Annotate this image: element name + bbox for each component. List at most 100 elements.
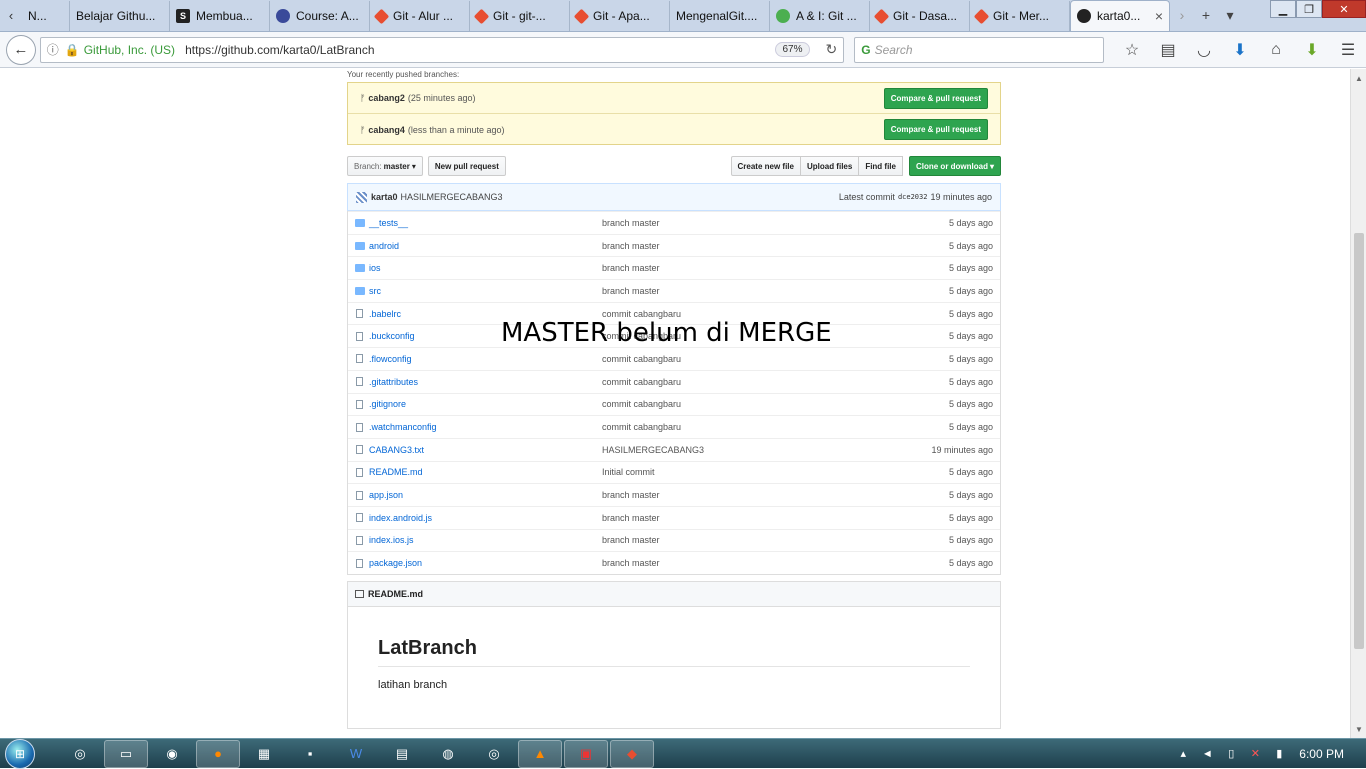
search-input[interactable]: G Search — [854, 36, 1104, 63]
page-scrollbar[interactable]: ▲ ▼ — [1350, 69, 1366, 738]
file-commit-message[interactable]: commit cabangbaru — [602, 377, 949, 387]
find-file-button[interactable]: Find file — [858, 156, 903, 176]
scrollbar-thumb[interactable] — [1354, 233, 1364, 649]
file-commit-message[interactable]: Initial commit — [602, 467, 949, 477]
bookmark-star-icon[interactable]: ☆ — [1114, 35, 1150, 65]
addon-download-icon[interactable]: ⬇ — [1294, 35, 1330, 65]
clock[interactable]: 6:00 PM — [1299, 747, 1344, 761]
volume-icon[interactable]: ◄ — [1195, 748, 1219, 760]
window-close-button[interactable]: ✕ — [1322, 0, 1366, 18]
tab-item[interactable]: Git - Dasa... — [870, 1, 970, 31]
maximize-button[interactable]: ❐ — [1296, 0, 1322, 18]
file-commit-message[interactable]: commit cabangbaru — [602, 399, 949, 409]
file-name-link[interactable]: package.json — [369, 558, 602, 568]
tab-item[interactable]: Belajar Githu... — [70, 1, 170, 31]
tab-item[interactable]: N... — [22, 1, 70, 31]
file-name-link[interactable]: .gitignore — [369, 399, 602, 409]
back-button[interactable]: ← — [6, 34, 36, 65]
tab-item[interactable]: A & I: Git ... — [770, 1, 870, 31]
search-engine-icon[interactable]: G — [861, 43, 870, 57]
file-name-link[interactable]: CABANG3.txt — [369, 445, 602, 455]
file-commit-message[interactable]: branch master — [602, 558, 949, 568]
tab-item[interactable]: S Membua... — [170, 1, 270, 31]
file-name-link[interactable]: app.json — [369, 490, 602, 500]
taskbar-app-icon[interactable]: ▦ — [242, 740, 286, 768]
tab-item[interactable]: MengenalGit.... — [670, 1, 770, 31]
taskbar-firefox-icon[interactable]: ● — [196, 739, 240, 768]
taskbar-explorer-icon[interactable]: ▭ — [104, 739, 148, 768]
file-name-link[interactable]: index.android.js — [369, 513, 602, 523]
new-tab-button[interactable]: + — [1194, 0, 1218, 31]
file-name-link[interactable]: .flowconfig — [369, 354, 602, 364]
file-commit-message[interactable]: branch master — [602, 241, 949, 251]
file-commit-message[interactable]: commit cabangbaru — [602, 354, 949, 364]
file-commit-message[interactable]: branch master — [602, 490, 949, 500]
file-name-link[interactable]: android — [369, 241, 602, 251]
compare-pull-request-button[interactable]: Compare & pull request — [883, 119, 988, 140]
url-bar[interactable]: ⓘ 🔒 GitHub, Inc. (US) https://github.com… — [39, 36, 845, 63]
taskbar-cmd-icon[interactable]: ▪ — [288, 740, 332, 768]
commit-message[interactable]: HASILMERGECABANG3 — [401, 192, 839, 202]
url-text[interactable]: https://github.com/karta0/LatBranch — [185, 43, 775, 57]
taskbar-acrobat-icon[interactable]: ▣ — [564, 739, 608, 768]
tab-close-icon[interactable]: × — [1155, 8, 1163, 24]
menu-icon[interactable]: ☰ — [1330, 35, 1366, 65]
file-commit-message[interactable]: branch master — [602, 513, 949, 523]
tab-list-icon[interactable]: ▾ — [1218, 0, 1242, 31]
taskbar-notepad-icon[interactable]: ▤ — [380, 740, 424, 768]
taskbar-chrome-app-icon[interactable]: ◎ — [58, 740, 102, 768]
tab-item[interactable]: Git - Alur ... — [370, 1, 470, 31]
reload-icon[interactable]: ↻ — [826, 41, 838, 58]
taskbar-vlc-icon[interactable]: ▲ — [518, 739, 562, 768]
site-identity[interactable]: GitHub, Inc. (US) — [84, 43, 175, 57]
tab-scroll-right-icon[interactable]: › — [1170, 0, 1194, 31]
branch-select-button[interactable]: Branch: master ▾ — [347, 156, 423, 176]
commit-sha[interactable]: dce2032 — [898, 193, 928, 201]
commit-user[interactable]: karta0 — [371, 192, 398, 202]
new-pull-request-button[interactable]: New pull request — [427, 156, 506, 176]
create-new-file-button[interactable]: Create new file — [730, 156, 801, 176]
home-icon[interactable]: ⌂ — [1258, 35, 1294, 65]
reading-list-icon[interactable]: ▤ — [1150, 35, 1186, 65]
file-commit-message[interactable]: branch master — [602, 218, 949, 228]
tab-active[interactable]: karta0... × — [1070, 0, 1170, 31]
scroll-down-icon[interactable]: ▼ — [1351, 722, 1366, 736]
taskbar-steam-icon[interactable]: ◉ — [150, 740, 194, 768]
tab-item[interactable]: Course: A... — [270, 1, 370, 31]
device-icon[interactable]: ▯ — [1219, 747, 1243, 760]
tab-item[interactable]: Git - git-... — [470, 1, 570, 31]
show-hidden-icons-icon[interactable]: ▴ — [1171, 747, 1195, 760]
taskbar-tor-icon[interactable]: ◍ — [426, 740, 470, 768]
file-name-link[interactable]: .watchmanconfig — [369, 422, 602, 432]
taskbar-git-icon[interactable]: ◆ — [610, 739, 654, 768]
minimize-button[interactable]: ▁ — [1270, 0, 1296, 18]
info-icon[interactable]: ⓘ — [47, 41, 59, 58]
file-name-link[interactable]: .gitattributes — [369, 377, 602, 387]
file-name-link[interactable]: src — [369, 286, 602, 296]
branch-name[interactable]: cabang2 — [368, 93, 405, 103]
file-name-link[interactable]: __tests__ — [369, 218, 602, 228]
file-commit-message[interactable]: branch master — [602, 535, 949, 545]
file-commit-message[interactable]: commit cabangbaru — [602, 422, 949, 432]
taskbar-chrome-icon[interactable]: ◎ — [472, 740, 516, 768]
file-name-link[interactable]: README.md — [369, 467, 602, 477]
download-icon[interactable]: ⬇ — [1222, 35, 1258, 65]
file-name-link[interactable]: index.ios.js — [369, 535, 602, 545]
zoom-indicator[interactable]: 67% — [775, 42, 810, 57]
tab-item[interactable]: Git - Apa... — [570, 1, 670, 31]
start-button[interactable]: ⊞ — [0, 738, 40, 769]
upload-files-button[interactable]: Upload files — [799, 156, 860, 176]
scroll-up-icon[interactable]: ▲ — [1351, 71, 1366, 85]
tab-scroll-left-icon[interactable]: ‹ — [0, 0, 22, 31]
file-commit-message[interactable]: branch master — [602, 286, 949, 296]
branch-name[interactable]: cabang4 — [368, 125, 405, 135]
file-commit-message[interactable]: HASILMERGECABANG3 — [602, 445, 931, 455]
network-error-icon[interactable]: ✕ — [1243, 747, 1267, 760]
file-name-link[interactable]: ios — [369, 263, 602, 273]
file-commit-message[interactable]: branch master — [602, 263, 949, 273]
tab-item[interactable]: Git - Mer... — [970, 1, 1070, 31]
taskbar-word-icon[interactable]: W — [334, 740, 378, 768]
signal-icon[interactable]: ▮ — [1267, 747, 1291, 760]
avatar[interactable] — [356, 191, 367, 203]
pocket-icon[interactable]: ◡ — [1186, 35, 1222, 65]
